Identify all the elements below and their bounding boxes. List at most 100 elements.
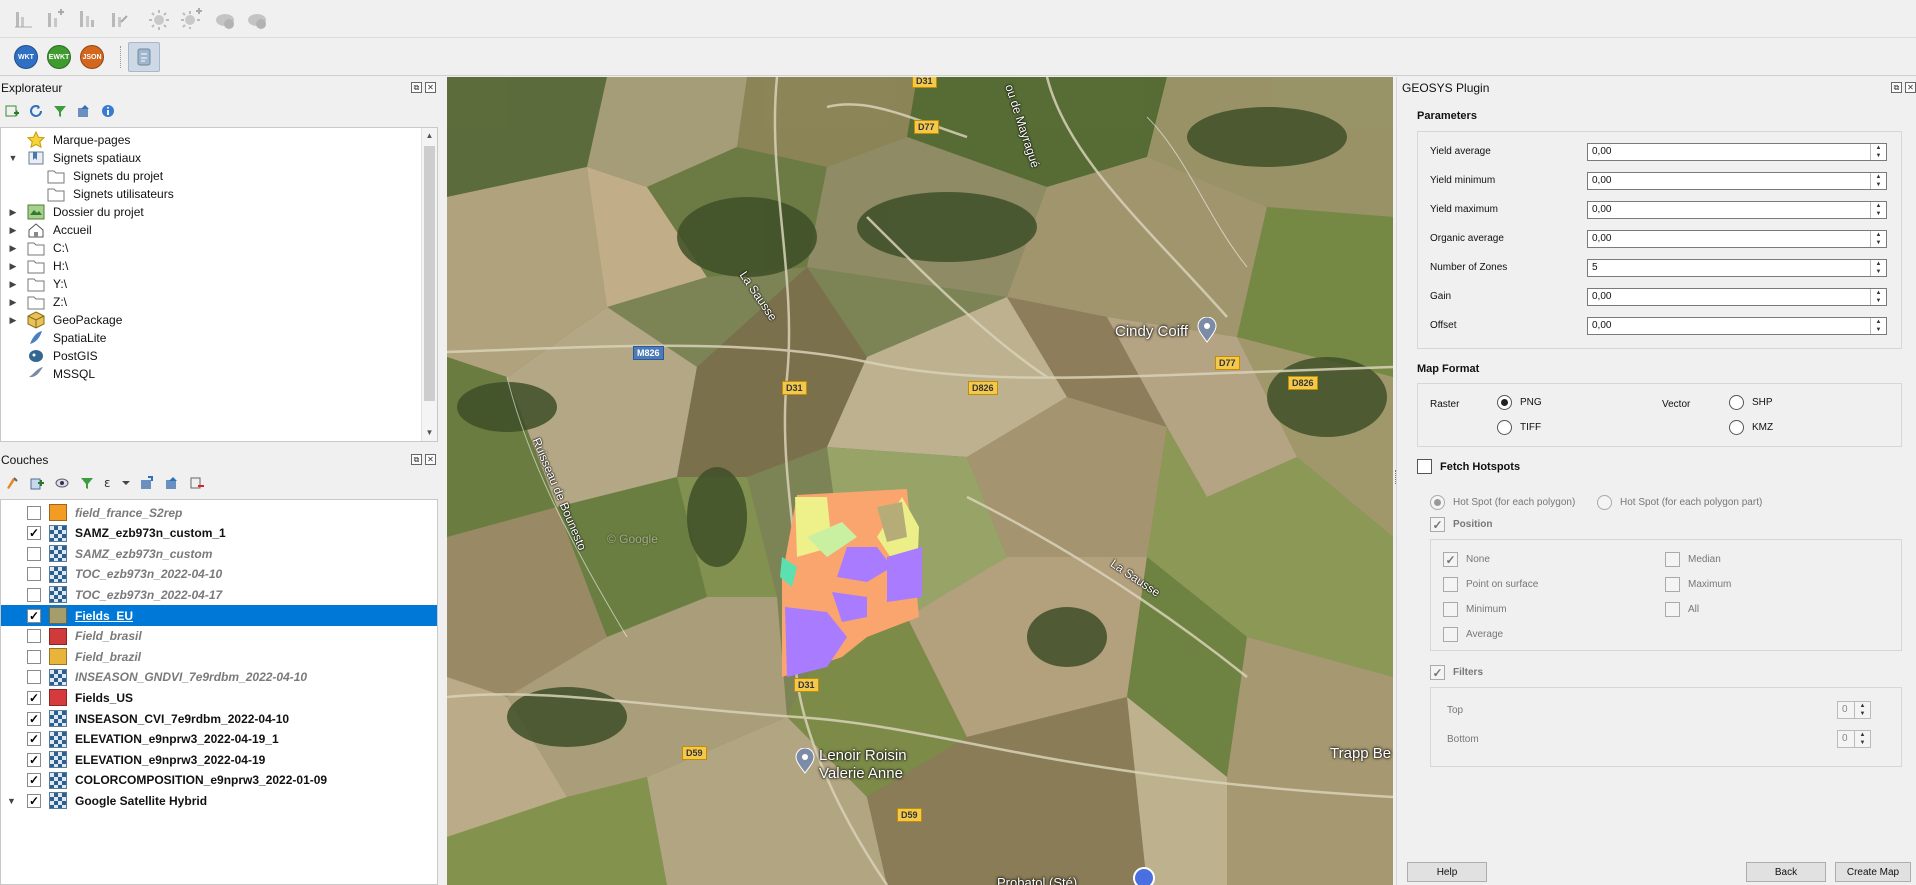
expand-arrow[interactable]: ▶	[7, 207, 19, 218]
close-icon[interactable]: ✕	[425, 454, 436, 465]
expand-arrow[interactable]: ▶	[7, 243, 19, 254]
expand-arrow[interactable]: ▼	[7, 796, 16, 806]
filter-expression-icon[interactable]: ε	[104, 475, 130, 491]
layer-row[interactable]: ✓ ELEVATION_e9nprw3_2022-04-19	[1, 749, 437, 770]
expand-arrow[interactable]: ▶	[7, 315, 19, 326]
layer-visibility-checkbox[interactable]	[27, 587, 41, 602]
layer-visibility-checkbox[interactable]	[27, 649, 41, 664]
weather-sun-icon[interactable]	[148, 8, 170, 30]
close-icon[interactable]: ✕	[1905, 82, 1916, 93]
layer-row[interactable]: Field_brazil	[1, 646, 437, 667]
layer-visibility-checkbox[interactable]: ✓	[27, 690, 41, 705]
scroll-up-icon[interactable]: ▲	[422, 128, 437, 144]
cloud-refresh-icon[interactable]	[246, 8, 268, 30]
param-spinbox[interactable]: 0,00 ▲ ▼	[1587, 143, 1887, 161]
all-checkbox[interactable]: All	[1665, 602, 1699, 617]
ewkt-button[interactable]: EWKT	[47, 45, 71, 69]
json-button[interactable]: JSON	[80, 45, 104, 69]
param-spinbox[interactable]: 0,00 ▲ ▼	[1587, 230, 1887, 248]
collapse-all-icon[interactable]	[76, 103, 92, 119]
scroll-thumb[interactable]	[424, 146, 435, 401]
manage-theme-icon[interactable]	[54, 475, 70, 491]
param-spinbox[interactable]: 0,00 ▲ ▼	[1587, 172, 1887, 190]
minimum-checkbox[interactable]: Minimum	[1443, 602, 1507, 617]
add-group-icon[interactable]	[29, 475, 45, 491]
point-on-surface-checkbox[interactable]: Point on surface	[1443, 577, 1538, 592]
top-spinbox[interactable]: 0 ▲ ▼	[1837, 701, 1871, 719]
filter-icon[interactable]	[52, 103, 68, 119]
refresh-icon[interactable]	[28, 103, 44, 119]
chart-icon[interactable]	[12, 8, 34, 30]
weather-sun-add-icon[interactable]	[180, 8, 202, 30]
map-canvas[interactable]: D31 D77 M826 D31 D826 D77 D826 D31 D59 D…	[447, 77, 1393, 885]
expand-all-icon[interactable]	[139, 475, 155, 491]
explorer-scrollbar[interactable]: ▲ ▼	[421, 128, 437, 441]
layer-visibility-checkbox[interactable]: ✓	[27, 711, 41, 726]
expand-arrow[interactable]: ▶	[7, 297, 19, 308]
browser-tree[interactable]: Marque-pages ▼ Signets spatiaux Signets …	[0, 127, 438, 442]
layer-row[interactable]: TOC_ezb973n_2022-04-10	[1, 564, 437, 585]
shp-radio[interactable]: SHP	[1729, 395, 1773, 410]
chart-bar-icon[interactable]	[76, 8, 98, 30]
back-button[interactable]: Back	[1746, 862, 1826, 882]
filters-checkbox[interactable]: ✓ Filters	[1430, 665, 1483, 680]
fetch-hotspots-checkbox[interactable]: Fetch Hotspots	[1417, 459, 1520, 474]
spin-arrows-icon[interactable]: ▲ ▼	[1870, 173, 1886, 189]
layer-visibility-checkbox[interactable]: ✓	[27, 752, 41, 767]
expand-arrow[interactable]: ▼	[7, 153, 19, 163]
cloud-download-icon[interactable]	[214, 8, 236, 30]
layer-row[interactable]: ✓ COLORCOMPOSITION_e9nprw3_2022-01-09	[1, 770, 437, 791]
expand-arrow[interactable]: ▶	[7, 279, 19, 290]
layer-row[interactable]: TOC_ezb973n_2022-04-17	[1, 584, 437, 605]
layer-row[interactable]: ✓ INSEASON_CVI_7e9rdbm_2022-04-10	[1, 708, 437, 729]
maximum-checkbox[interactable]: Maximum	[1665, 577, 1731, 592]
layer-row[interactable]: ✓ ELEVATION_e9nprw3_2022-04-19_1	[1, 729, 437, 750]
position-checkbox[interactable]: ✓ Position	[1430, 517, 1492, 532]
layer-row[interactable]: ▼ ✓ Google Satellite Hybrid	[1, 790, 437, 811]
average-checkbox[interactable]: Average	[1443, 627, 1503, 642]
spin-arrows-icon[interactable]: ▲ ▼	[1870, 318, 1886, 334]
tree-item-mssql[interactable]: MSSQL	[7, 363, 95, 385]
png-radio[interactable]: PNG	[1497, 395, 1542, 410]
float-icon[interactable]: ⧉	[1891, 82, 1902, 93]
param-spinbox[interactable]: 0,00 ▲ ▼	[1587, 288, 1887, 306]
spin-arrows-icon[interactable]: ▲ ▼	[1870, 231, 1886, 247]
geosys-plugin-button[interactable]	[128, 42, 160, 72]
tiff-radio[interactable]: TIFF	[1497, 420, 1541, 435]
layer-visibility-checkbox[interactable]	[27, 546, 41, 561]
collapse-layers-icon[interactable]	[164, 475, 180, 491]
info-icon[interactable]	[100, 103, 116, 119]
spin-arrows-icon[interactable]: ▲ ▼	[1870, 260, 1886, 276]
spin-arrows-icon[interactable]: ▲ ▼	[1870, 289, 1886, 305]
layer-row[interactable]: ✓ SAMZ_ezb973n_custom_1	[1, 523, 437, 544]
layer-row[interactable]: INSEASON_GNDVI_7e9rdbm_2022-04-10	[1, 667, 437, 688]
spin-arrows-icon[interactable]: ▲ ▼	[1854, 731, 1870, 747]
spin-arrows-icon[interactable]: ▲ ▼	[1854, 702, 1870, 718]
help-button[interactable]: Help	[1407, 862, 1487, 882]
median-checkbox[interactable]: Median	[1665, 552, 1721, 567]
expand-arrow[interactable]: ▶	[7, 261, 19, 272]
layer-row[interactable]: Field_brasil	[1, 626, 437, 647]
layer-visibility-checkbox[interactable]: ✓	[27, 732, 41, 747]
chart-add-icon[interactable]	[44, 8, 66, 30]
spin-arrows-icon[interactable]: ▲ ▼	[1870, 144, 1886, 160]
float-icon[interactable]: ⧉	[411, 454, 422, 465]
layer-visibility-checkbox[interactable]: ✓	[27, 773, 41, 788]
filter-legend-icon[interactable]	[79, 475, 95, 491]
spin-arrows-icon[interactable]: ▲ ▼	[1870, 202, 1886, 218]
layer-visibility-checkbox[interactable]: ✓	[27, 608, 41, 623]
param-spinbox[interactable]: 0,00 ▲ ▼	[1587, 201, 1887, 219]
create-map-button[interactable]: Create Map	[1835, 862, 1911, 882]
close-icon[interactable]: ✕	[425, 82, 436, 93]
add-selected-icon[interactable]	[4, 103, 20, 119]
wkt-button[interactable]: WKT	[14, 45, 38, 69]
layer-row[interactable]: ✓ Fields_EU	[1, 605, 437, 626]
hotspot-part-radio[interactable]: Hot Spot (for each polygon part)	[1597, 495, 1762, 510]
hotspot-polygon-radio[interactable]: Hot Spot (for each polygon)	[1430, 495, 1575, 510]
param-spinbox[interactable]: 5 ▲ ▼	[1587, 259, 1887, 277]
layer-visibility-checkbox[interactable]: ✓	[27, 793, 41, 808]
float-icon[interactable]: ⧉	[411, 82, 422, 93]
layer-row[interactable]: SAMZ_ezb973n_custom	[1, 543, 437, 564]
bottom-spinbox[interactable]: 0 ▲ ▼	[1837, 730, 1871, 748]
layers-tree[interactable]: field_france_S2rep ✓ SAMZ_ezb973n_custom_1…	[0, 499, 438, 885]
